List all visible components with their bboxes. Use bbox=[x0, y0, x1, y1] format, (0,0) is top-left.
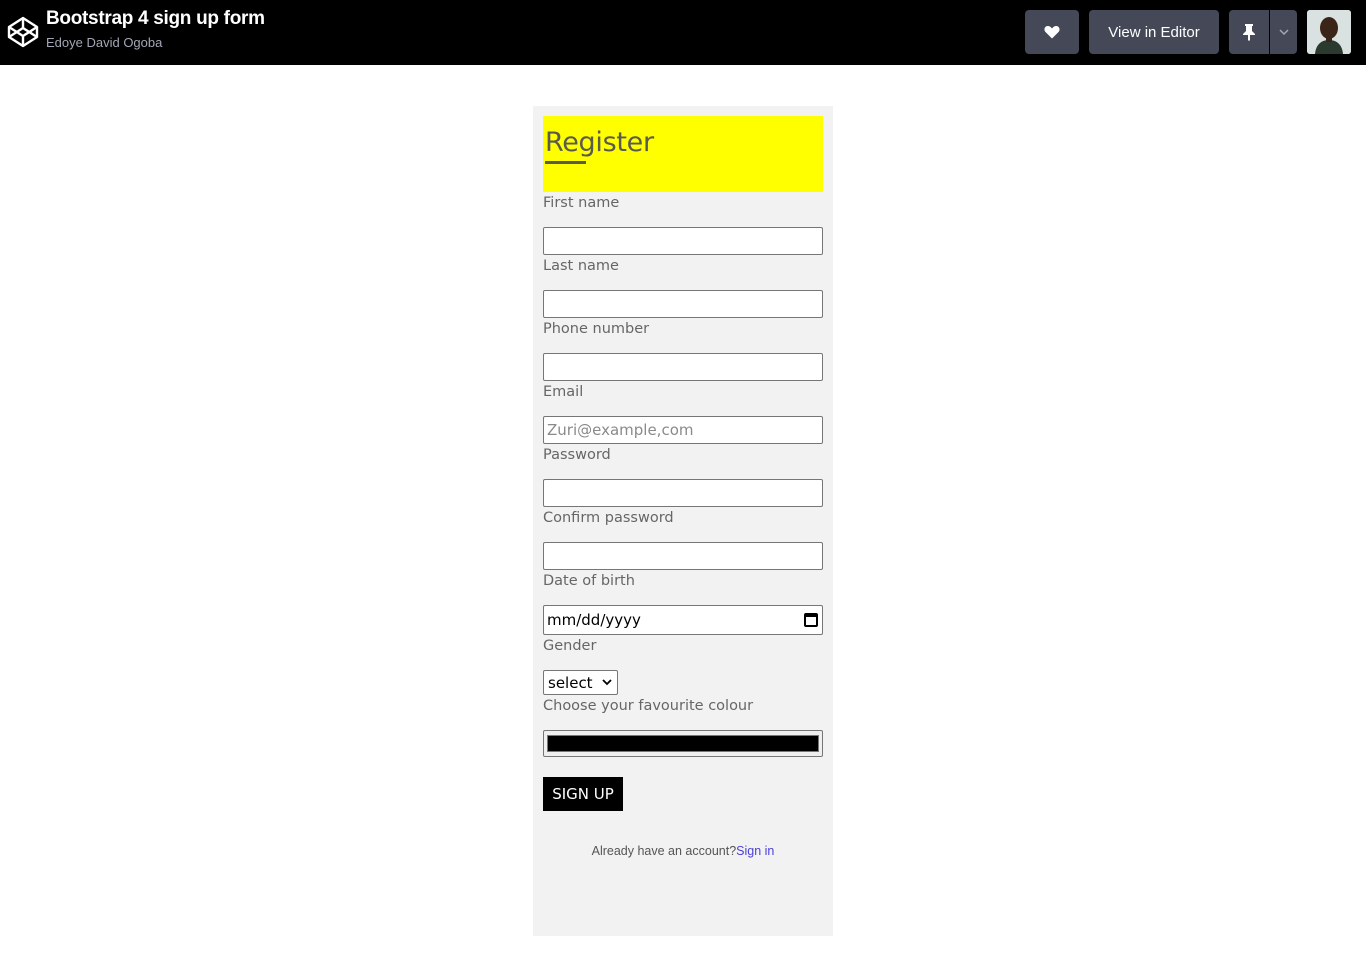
colour-label: Choose your favourite colour bbox=[543, 698, 754, 714]
codepen-header: Bootstrap 4 sign up form Edoye David Ogo… bbox=[0, 0, 1366, 65]
heart-button[interactable] bbox=[1025, 10, 1079, 54]
sign-up-button[interactable]: SIGN UP bbox=[543, 777, 623, 811]
gender-selected-value: select bbox=[548, 673, 593, 692]
first-name-input[interactable] bbox=[543, 227, 823, 255]
dob-input[interactable]: mm/dd/yyyy bbox=[543, 605, 823, 635]
last-name-input[interactable] bbox=[543, 290, 823, 318]
heading-underline bbox=[545, 161, 586, 164]
sign-in-link[interactable]: Sign in bbox=[736, 844, 774, 858]
phone-input[interactable] bbox=[543, 353, 823, 381]
calendar-icon[interactable] bbox=[804, 613, 818, 627]
codepen-logo-icon[interactable] bbox=[6, 15, 40, 49]
already-account-text: Already have an account?Sign in bbox=[533, 844, 833, 858]
gender-label: Gender bbox=[543, 638, 597, 654]
heart-icon bbox=[1044, 26, 1060, 39]
password-input[interactable] bbox=[543, 479, 823, 507]
pin-button[interactable] bbox=[1229, 10, 1269, 54]
dob-placeholder: mm/dd/yyyy bbox=[547, 611, 641, 629]
pen-author[interactable]: Edoye David Ogoba bbox=[46, 35, 162, 50]
email-label: Email bbox=[543, 384, 584, 400]
user-avatar[interactable] bbox=[1307, 10, 1351, 54]
dob-label: Date of birth bbox=[543, 573, 635, 589]
first-name-label: First name bbox=[543, 195, 620, 211]
email-input[interactable] bbox=[543, 416, 823, 444]
confirm-password-input[interactable] bbox=[543, 542, 823, 570]
view-in-editor-button[interactable]: View in Editor bbox=[1089, 10, 1219, 54]
pin-icon bbox=[1243, 24, 1255, 41]
register-heading: Register bbox=[545, 127, 654, 158]
pin-dropdown-button[interactable] bbox=[1270, 10, 1297, 54]
confirm-password-label: Confirm password bbox=[543, 510, 674, 526]
gender-select[interactable]: select bbox=[543, 670, 618, 695]
password-label: Password bbox=[543, 447, 611, 463]
colour-picker[interactable] bbox=[543, 730, 823, 757]
chevron-down-icon bbox=[1278, 29, 1289, 35]
last-name-label: Last name bbox=[543, 258, 619, 274]
phone-label: Phone number bbox=[543, 321, 650, 337]
already-account-label: Already have an account? bbox=[591, 844, 737, 858]
colour-swatch bbox=[547, 735, 819, 752]
chevron-down-icon bbox=[602, 679, 612, 686]
pen-title: Bootstrap 4 sign up form bbox=[46, 8, 265, 29]
